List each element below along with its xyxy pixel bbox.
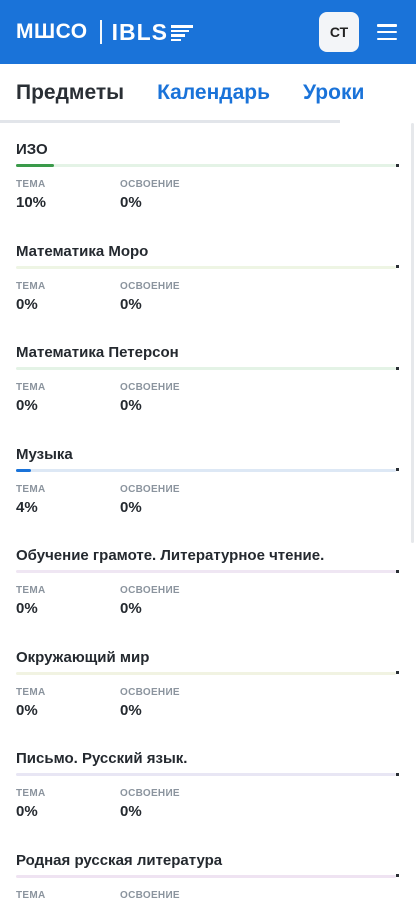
progress-track	[16, 164, 396, 167]
subject-name: Окружающий мир	[16, 648, 150, 666]
mastery-value: 0%	[120, 397, 142, 414]
topic-value: 0%	[16, 397, 38, 414]
topic-value: 10%	[16, 194, 47, 211]
subject-name: ИЗО	[16, 141, 48, 158]
progress-fill	[16, 164, 54, 167]
subject-name: Математика Моро	[16, 242, 149, 260]
topic-column: ТЕМА 0%	[16, 382, 46, 414]
mastery-value: 0%	[120, 701, 142, 719]
topic-label: ТЕМА	[16, 889, 46, 900]
school-logo[interactable]: МШСО IBLS	[16, 19, 193, 46]
mastery-label: ОСВОЕНИЕ	[120, 686, 180, 698]
progress-end-marker	[396, 671, 399, 674]
tab-calendar[interactable]: Календарь	[157, 81, 270, 105]
mastery-value: 0%	[120, 194, 142, 211]
subject-name: Письмо. Русский язык.	[16, 750, 188, 767]
mastery-label: ОСВОЕНИЕ	[120, 889, 180, 900]
logo-ibls-text: IBLS	[111, 18, 168, 45]
mastery-column: ОСВОЕНИЕ	[120, 890, 180, 900]
app-header: МШСО IBLS СТ	[0, 0, 416, 64]
subject-card[interactable]: Математика Петерсон ТЕМА 0% ОСВОЕНИЕ 0%	[0, 326, 416, 428]
hamburger-icon[interactable]	[377, 24, 397, 40]
mastery-value: 0%	[120, 803, 142, 820]
subject-name: Обучение грамоте. Литературное чтение.	[16, 547, 325, 564]
subject-name: Музыка	[16, 445, 73, 463]
topic-label: ТЕМА	[16, 585, 46, 596]
subject-card[interactable]: Математика Моро ТЕМА 0% ОСВОЕНИЕ 0%	[0, 225, 416, 327]
subject-card[interactable]: Окружающий мир ТЕМА 0% ОСВОЕНИЕ 0%	[0, 631, 416, 733]
subject-list: ИЗО ТЕМА 10% ОСВОЕНИЕ 0% Математика Моро ТЕМА 0…	[0, 123, 416, 900]
progress-track	[16, 367, 396, 370]
mastery-label: ОСВОЕНИЕ	[120, 788, 180, 799]
progress-end-marker	[396, 874, 399, 877]
subject-name: Родная русская литература	[16, 851, 223, 869]
progress-end-marker	[396, 163, 399, 167]
logo-divider	[99, 20, 102, 44]
mastery-label: ОСВОЕНИЕ	[120, 179, 180, 190]
subject-card[interactable]: Родная русская литература ТЕМА ОСВОЕНИЕ	[0, 834, 416, 900]
topic-column: ТЕМА 10%	[16, 179, 46, 211]
mastery-value: 0%	[120, 600, 142, 617]
mastery-value: 0%	[120, 498, 142, 516]
progress-fill	[16, 468, 32, 472]
progress-track	[16, 570, 396, 573]
subject-card[interactable]: Обучение грамоте. Литературное чтение. ТЕ…	[0, 529, 416, 631]
topic-value: 0%	[16, 600, 38, 617]
topic-label: ТЕМА	[16, 686, 46, 698]
logo-stripes-icon	[170, 25, 193, 41]
topic-value: 4%	[16, 498, 38, 516]
topic-column: ТЕМА 0%	[16, 585, 46, 617]
mastery-label: ОСВОЕНИЕ	[120, 280, 180, 292]
topic-column: ТЕМА 0%	[16, 788, 46, 820]
topic-value: 0%	[16, 701, 38, 719]
mastery-column: ОСВОЕНИЕ 0%	[120, 382, 180, 414]
progress-end-marker	[396, 265, 399, 268]
topic-label: ТЕМА	[16, 179, 46, 190]
progress-end-marker	[396, 569, 399, 573]
topic-label: ТЕМА	[16, 483, 46, 495]
topic-column: ТЕМА 4%	[16, 484, 46, 516]
progress-track	[16, 265, 396, 269]
mastery-column: ОСВОЕНИЕ 0%	[120, 484, 180, 516]
progress-track	[16, 671, 396, 675]
mastery-label: ОСВОЕНИЕ	[120, 585, 180, 596]
mastery-label: ОСВОЕНИЕ	[120, 483, 180, 495]
scrollbar[interactable]	[411, 123, 414, 543]
user-avatar[interactable]: СТ	[319, 12, 359, 52]
topic-value: 0%	[16, 803, 38, 820]
tab-lessons[interactable]: Уроки	[303, 81, 364, 105]
mastery-column: ОСВОЕНИЕ 0%	[120, 281, 180, 313]
topic-column: ТЕМА 0%	[16, 687, 46, 719]
progress-track	[16, 874, 396, 878]
progress-end-marker	[396, 366, 399, 370]
mastery-column: ОСВОЕНИЕ 0%	[120, 687, 180, 719]
tab-subjects[interactable]: Предметы	[16, 81, 124, 105]
mastery-value: 0%	[120, 295, 142, 313]
topic-column: ТЕМА 0%	[16, 281, 46, 313]
progress-end-marker	[396, 468, 399, 471]
section-tabs: Предметы Календарь Уроки	[0, 64, 416, 122]
topic-column: ТЕМА	[16, 890, 46, 900]
topic-value: 0%	[16, 295, 38, 313]
subject-card[interactable]: ИЗО ТЕМА 10% ОСВОЕНИЕ 0%	[0, 123, 416, 225]
mastery-column: ОСВОЕНИЕ 0%	[120, 585, 180, 617]
subject-card[interactable]: Письмо. Русский язык. ТЕМА 0% ОСВОЕНИЕ 0%	[0, 732, 416, 834]
progress-track	[16, 468, 396, 472]
mastery-label: ОСВОЕНИЕ	[120, 382, 180, 393]
progress-end-marker	[396, 772, 399, 776]
subject-name: Математика Петерсон	[16, 344, 179, 361]
logo-mshso-text: МШСО	[16, 20, 88, 43]
progress-track	[16, 773, 396, 776]
topic-label: ТЕМА	[16, 280, 46, 292]
topic-label: ТЕМА	[16, 788, 46, 799]
topic-label: ТЕМА	[16, 382, 46, 393]
mastery-column: ОСВОЕНИЕ 0%	[120, 179, 180, 211]
mastery-column: ОСВОЕНИЕ 0%	[120, 788, 180, 820]
subject-card[interactable]: Музыка ТЕМА 4% ОСВОЕНИЕ 0%	[0, 428, 416, 530]
